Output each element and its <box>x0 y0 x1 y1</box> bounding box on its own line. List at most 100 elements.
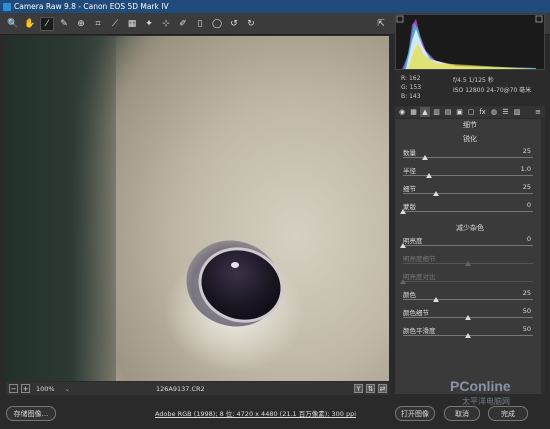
tone-curve-tab-icon[interactable]: ▦ <box>409 107 419 117</box>
shadow-clipping-icon <box>396 15 404 23</box>
hsl-tab-icon[interactable]: ▥ <box>432 107 442 117</box>
sharpening-slider-row[interactable]: 细节 25 <box>403 183 541 201</box>
swap-before-after-icon[interactable]: ⇅ <box>366 384 375 393</box>
camera-raw-app-icon <box>3 2 11 11</box>
sharpening-slider-label: 半径 <box>403 167 416 175</box>
b-label: B: <box>401 93 408 100</box>
sharpening-slider-row[interactable]: 蒙版 0 <box>400 201 541 219</box>
noise-slider-track <box>403 281 533 282</box>
fullscreen-toggle-icon[interactable]: ⇱ <box>374 17 388 31</box>
zoom-tool-icon[interactable]: 🔍 <box>6 17 20 31</box>
rotate-left-tool-icon[interactable]: ↺ <box>227 17 241 31</box>
highlight-clipping-icon <box>535 15 543 23</box>
noise-slider-label: 颜色细节 <box>403 309 429 317</box>
noise-slider-value[interactable]: 50 <box>523 325 531 333</box>
sharpening-slider-row[interactable]: 半径 1.0 <box>403 165 541 183</box>
save-image-button[interactable]: 存储图像... <box>6 406 56 421</box>
transform-tool-icon[interactable]: ▦ <box>125 17 139 31</box>
noise-slider-row: 明亮度细节 <box>403 253 541 271</box>
noise-slider-thumb[interactable] <box>465 333 471 338</box>
effects-tab-icon[interactable]: fx <box>478 107 488 117</box>
window-title: Camera Raw 9.8 - Canon EOS 5D Mark IV <box>14 2 169 11</box>
image-preview[interactable] <box>6 36 389 381</box>
basic-tab-icon[interactable]: ◉ <box>397 107 407 117</box>
detail-panel: 细节 锐化 减少杂色 数量 25 半径 1.0 细节 25 蒙版 0 明亮度 0 明亮度细节 明亮度对… <box>395 119 545 394</box>
sharpening-slider-value[interactable]: 0 <box>527 201 531 209</box>
noise-slider-row[interactable]: 颜色平滑度 50 <box>403 325 541 343</box>
noise-slider-track[interactable] <box>403 299 533 300</box>
panel-scrollbar[interactable] <box>541 119 545 394</box>
noise-slider-thumb <box>400 279 406 284</box>
sharpening-slider-thumb[interactable] <box>422 155 429 160</box>
noise-slider-thumb <box>465 261 471 266</box>
sharpening-slider-thumb[interactable] <box>432 191 439 196</box>
noise-slider-value[interactable]: 0 <box>527 235 531 243</box>
radial-filter-tool-icon[interactable]: ◯ <box>210 17 224 31</box>
sharpening-slider-row[interactable]: 数量 25 <box>403 147 541 165</box>
copy-settings-icon[interactable]: ⇄ <box>378 384 387 393</box>
noise-slider-label: 颜色 <box>403 291 416 299</box>
workflow-options-link[interactable]: Adobe RGB (1998); 8 位; 4720 x 4480 (21.1… <box>155 408 356 418</box>
white-balance-tool-icon[interactable]: ⁄ <box>40 16 54 31</box>
done-button[interactable]: 完成 <box>488 406 528 421</box>
noise-slider-value[interactable]: 25 <box>523 289 531 297</box>
presets-tab-icon[interactable]: ☰ <box>501 107 511 117</box>
g-value: 153 <box>409 84 422 91</box>
exif-iso-lens: ISO 12800 24-70@70 毫米 <box>453 87 532 94</box>
panel-menu-icon[interactable]: ≡ <box>533 107 543 117</box>
before-after-y-icon[interactable]: Y <box>354 384 363 393</box>
sharpening-slider-label: 数量 <box>403 149 416 157</box>
noise-slider-row[interactable]: 明亮度 0 <box>400 235 541 253</box>
zoom-out-button[interactable]: − <box>9 384 18 393</box>
b-value: 143 <box>409 93 421 100</box>
hand-tool-icon[interactable]: ✋ <box>23 17 37 31</box>
open-image-button[interactable]: 打开图像 <box>395 406 435 421</box>
sharpening-slider-track[interactable] <box>403 211 533 212</box>
panel-title: 细节 <box>463 121 477 129</box>
noise-slider-thumb[interactable] <box>465 315 471 320</box>
histogram <box>395 14 545 70</box>
target-adjustment-tool-icon[interactable]: ⊕ <box>74 17 88 31</box>
histogram-graph <box>396 15 543 69</box>
color-sampler-tool-icon[interactable]: ✎ <box>57 17 71 31</box>
transform-tab-icon[interactable]: ▢ <box>466 107 476 117</box>
preview-status-bar: − + 100% ⌄ 126A9137.CR2 Y ⇅ ⇄ <box>6 382 389 395</box>
spot-removal-tool-icon[interactable]: ✦ <box>142 17 156 31</box>
cancel-button[interactable]: 取消 <box>444 406 480 421</box>
zoom-dropdown-icon[interactable]: ⌄ <box>65 385 70 393</box>
sharpening-slider-track[interactable] <box>403 193 533 194</box>
preview-view-controls: Y ⇅ ⇄ <box>351 384 387 393</box>
title-bar: Camera Raw 9.8 - Canon EOS 5D Mark IV <box>0 0 550 13</box>
noise-slider-row: 明亮度对比 <box>400 271 541 289</box>
crop-tool-icon[interactable]: ⌗ <box>91 17 105 31</box>
noise-slider-row[interactable]: 颜色细节 50 <box>403 307 541 325</box>
noise-slider-label: 明亮度对比 <box>403 273 436 281</box>
red-eye-tool-icon[interactable]: ⊹ <box>159 17 173 31</box>
noise-slider-track[interactable] <box>403 245 533 246</box>
sharpening-slider-track[interactable] <box>403 175 533 176</box>
g-label: G: <box>401 84 408 91</box>
split-toning-tab-icon[interactable]: ▤ <box>443 107 453 117</box>
r-value: 162 <box>408 75 421 82</box>
straighten-tool-icon[interactable]: ⟋ <box>108 17 122 31</box>
noise-slider-value[interactable]: 50 <box>523 307 531 315</box>
sharpening-title: 锐化 <box>463 135 477 143</box>
sharpening-slider-label: 细节 <box>403 185 416 193</box>
noise-slider-row[interactable]: 颜色 25 <box>403 289 541 307</box>
detail-tab-icon[interactable]: ▲ <box>420 107 430 117</box>
sharpening-slider-value[interactable]: 25 <box>523 183 531 191</box>
camera-calibration-tab-icon[interactable]: ◍ <box>489 107 499 117</box>
adjustment-brush-tool-icon[interactable]: ✐ <box>176 17 190 31</box>
noise-slider-thumb[interactable] <box>432 297 439 302</box>
graduated-filter-tool-icon[interactable]: ▯ <box>193 17 207 31</box>
sharpening-slider-value[interactable]: 1.0 <box>521 165 531 173</box>
sharpening-slider-value[interactable]: 25 <box>523 147 531 155</box>
rotate-right-tool-icon[interactable]: ↻ <box>244 17 258 31</box>
snapshots-tab-icon[interactable]: ▨ <box>512 107 522 117</box>
sharpening-slider-thumb[interactable] <box>426 173 432 178</box>
lens-tab-icon[interactable]: ▣ <box>455 107 465 117</box>
sharpening-slider-thumb[interactable] <box>400 209 406 214</box>
zoom-in-button[interactable]: + <box>21 384 30 393</box>
zoom-level[interactable]: 100% <box>36 385 55 393</box>
noise-slider-thumb[interactable] <box>400 243 406 248</box>
